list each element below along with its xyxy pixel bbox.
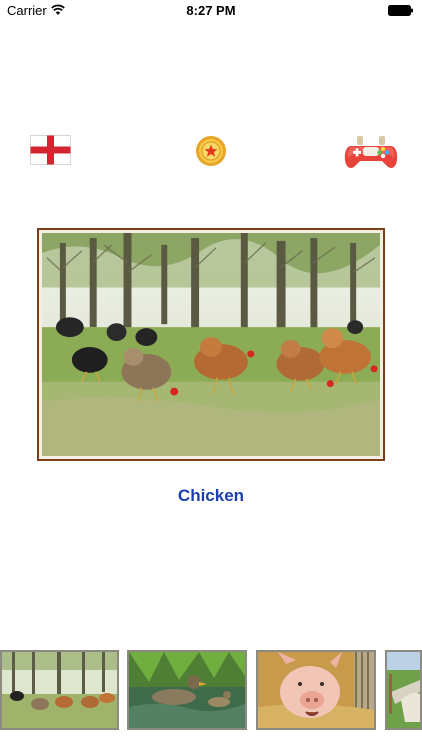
thumbnail-duck[interactable]	[127, 650, 247, 730]
status-bar: Carrier 8:27 PM	[0, 0, 422, 22]
game-button[interactable]	[343, 130, 399, 172]
animal-photo-frame[interactable]	[37, 228, 385, 461]
pig-thumbnail-icon	[258, 652, 374, 728]
clock: 8:27 PM	[186, 3, 236, 18]
england-flag-icon	[30, 135, 71, 165]
thumbnail-horse[interactable]	[385, 650, 422, 730]
thumbnail-chicken[interactable]	[0, 650, 119, 730]
gamepad-icon	[344, 136, 398, 168]
star-coin-icon	[196, 136, 226, 166]
coin-button[interactable]	[195, 135, 227, 167]
animal-name-label: Chicken	[177, 486, 245, 505]
thumbnail-pig[interactable]	[256, 650, 376, 730]
battery-icon	[388, 5, 413, 16]
chicken-thumbnail-icon	[2, 652, 117, 728]
horse-thumbnail-icon	[387, 652, 420, 728]
duck-thumbnail-icon	[129, 652, 245, 728]
language-button[interactable]	[30, 135, 71, 165]
chicken-photo	[42, 233, 380, 456]
